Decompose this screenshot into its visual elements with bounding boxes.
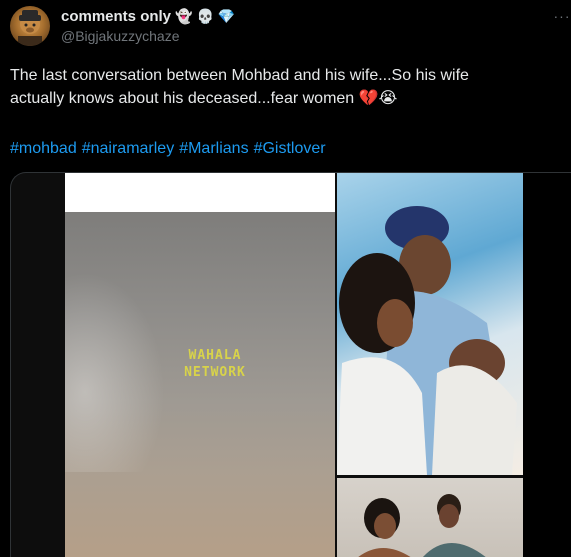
- tweet-text: The last conversation between Mohbad and…: [10, 64, 550, 110]
- author-handle[interactable]: @Bigjakuzzychaze: [61, 28, 180, 44]
- watermark-line-2: NETWORK: [184, 365, 246, 380]
- gem-emoji: 💎: [217, 8, 236, 24]
- ghost-emoji: 👻: [175, 8, 193, 24]
- author-name-row: comments only 👻 💀 💎: [61, 6, 235, 26]
- media-left-panel: WAHALA NETWORK: [65, 173, 335, 557]
- hashtag-marlians[interactable]: #Marlians: [179, 137, 248, 160]
- author-display-name[interactable]: comments only: [61, 8, 171, 25]
- avatar-image: [18, 10, 42, 46]
- watermark: WAHALA NETWORK: [170, 347, 260, 381]
- more-options-icon[interactable]: ···: [554, 8, 570, 24]
- author-avatar[interactable]: [10, 6, 50, 46]
- watermark-line-1: WAHALA: [188, 348, 242, 363]
- media-right-top-photo: [337, 173, 523, 475]
- couple-photo-illustration: [337, 206, 517, 475]
- skull-emoji: 💀: [196, 8, 214, 24]
- hashtag-mohbad[interactable]: #mohbad: [10, 137, 77, 160]
- hashtag-gistlover[interactable]: #Gistlover: [254, 137, 326, 160]
- tweet-media[interactable]: WAHALA NETWORK: [10, 172, 571, 557]
- media-right-edge: [523, 173, 571, 557]
- tweet-text-line-1: The last conversation between Mohbad and…: [10, 67, 469, 84]
- media-left-photo: WAHALA NETWORK: [65, 212, 335, 557]
- media-right-bottom-photo: [337, 478, 523, 557]
- hashtag-nairamarley[interactable]: #nairamarley: [82, 137, 174, 160]
- couple-photo-2-illustration: [358, 494, 486, 557]
- tweet-text-line-2: actually knows about his deceased...fear…: [10, 90, 398, 107]
- hashtag-row: #mohbad #nairamarley #Marlians #Gistlove…: [10, 137, 326, 160]
